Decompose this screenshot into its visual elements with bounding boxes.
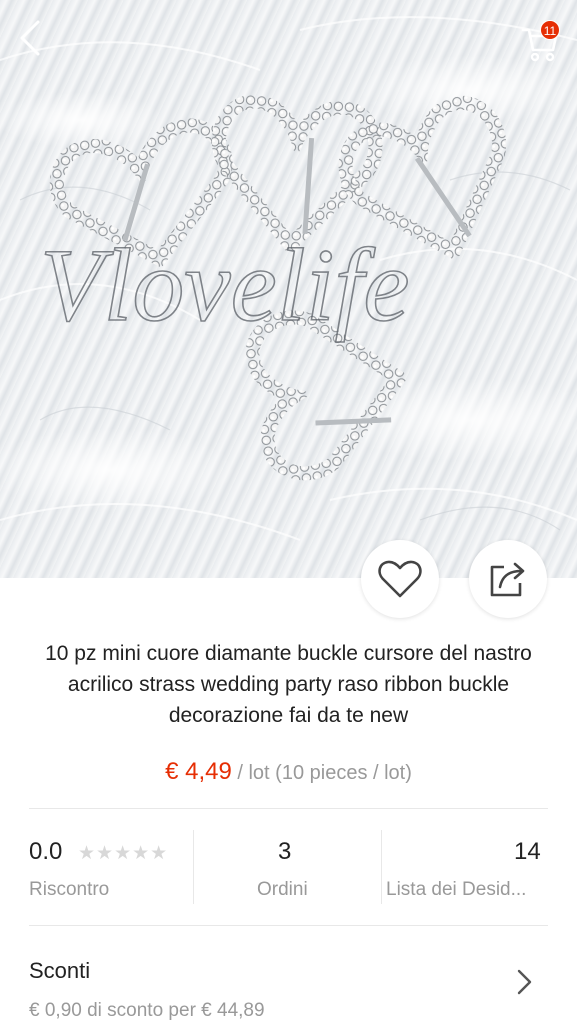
heart-outline-icon xyxy=(378,560,422,598)
share-icon xyxy=(490,562,525,597)
rating-stars-icon: ★★★★★ xyxy=(78,843,169,864)
product-image[interactable]: Vlovelife 11 xyxy=(0,0,577,578)
product-title: 10 pz mini cuore diamante buckle cursore… xyxy=(45,642,532,727)
watermark-text: Vlovelife xyxy=(40,228,410,343)
discounts-title: Sconti xyxy=(29,958,91,983)
rating-value: 0.0 xyxy=(29,838,63,865)
share-button[interactable] xyxy=(469,540,547,618)
rating-label: Riscontro xyxy=(29,879,110,900)
discounts-expand-button[interactable] xyxy=(514,966,544,1002)
divider xyxy=(29,808,548,809)
cart-button[interactable]: 11 xyxy=(516,18,564,62)
cart-count-badge: 11 xyxy=(540,20,560,40)
orders-value: 3 xyxy=(278,838,292,865)
divider xyxy=(29,925,548,926)
back-button[interactable] xyxy=(18,18,58,62)
discounts-detail: € 0,90 di sconto per € 44,89 xyxy=(29,1000,265,1021)
orders-label: Ordini xyxy=(257,879,308,900)
wishlist-count-value: 14 xyxy=(514,838,541,865)
stat-separator xyxy=(381,830,382,904)
chevron-left-icon xyxy=(20,20,40,56)
product-photo-illustration: Vlovelife xyxy=(0,16,577,541)
product-stats: 0.0 ★★★★★ Riscontro 3 Ordini 14 Lista de… xyxy=(0,830,577,910)
chevron-right-icon xyxy=(517,969,532,995)
product-price: € 4,49 xyxy=(165,758,232,785)
price-line: € 4,49 / lot (10 pieces / lot) xyxy=(0,758,577,786)
stat-separator xyxy=(193,830,194,904)
wishlist-button[interactable] xyxy=(361,540,439,618)
price-unit: / lot (10 pieces / lot) xyxy=(237,762,412,784)
wishlist-count-label: Lista dei Desid... xyxy=(386,879,527,900)
